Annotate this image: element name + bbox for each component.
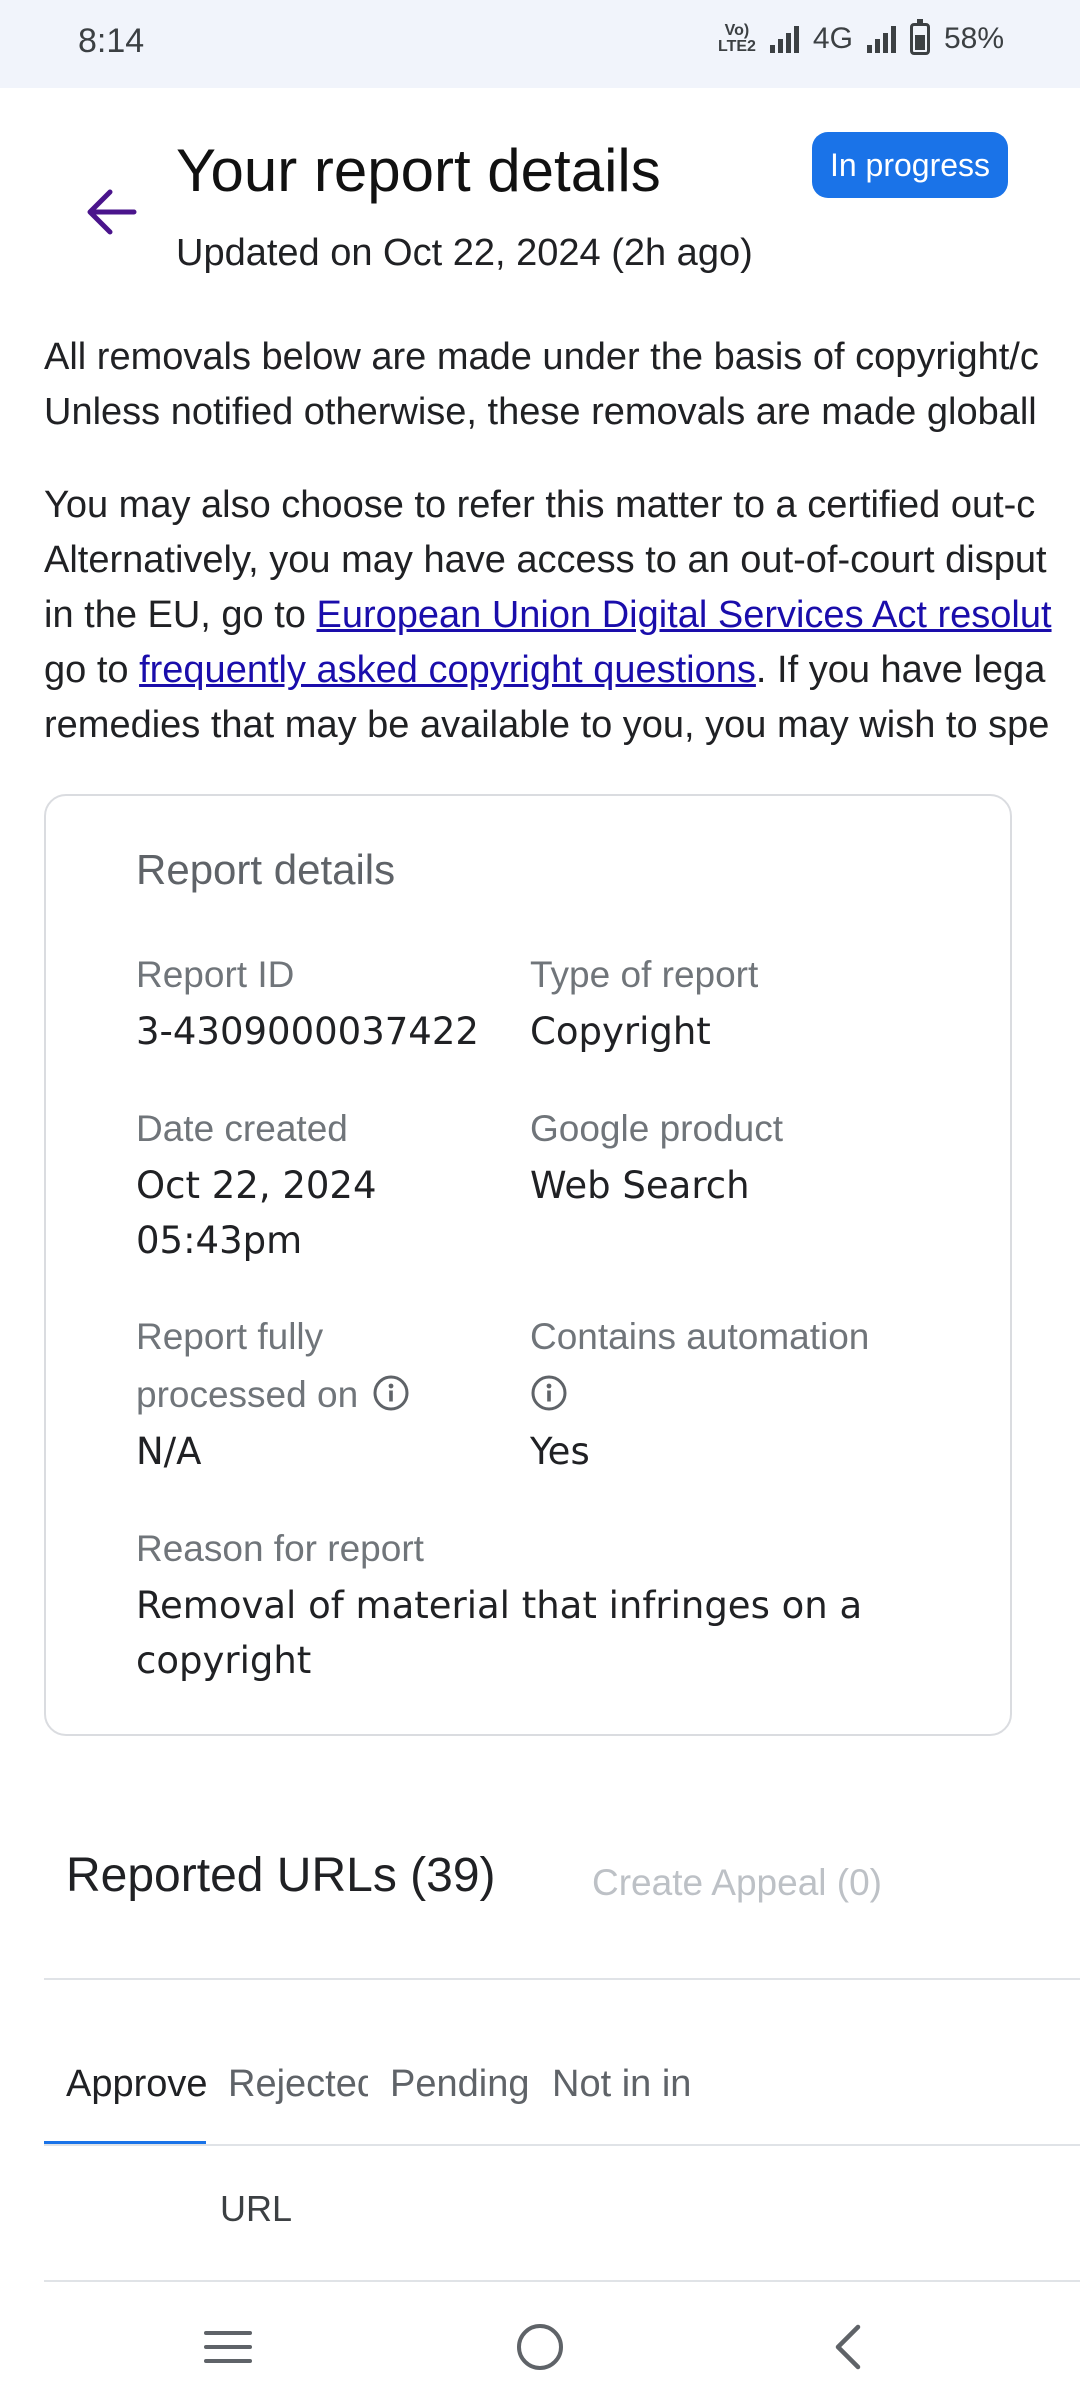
date-created-value: Oct 22, 2024 — [136, 1164, 377, 1207]
url-column-header: URL — [220, 2188, 293, 2229]
intro-text: All removals below are made under the ba… — [44, 336, 1039, 378]
reason-value-line2: copyright — [136, 1639, 312, 1682]
date-created-time: 05:43pm — [136, 1219, 303, 1262]
intro-text: go to frequently asked copyright questio… — [44, 643, 1080, 698]
tab-rejected[interactable]: Rejected — [206, 2022, 368, 2146]
date-created-label: Date created — [136, 1108, 348, 1149]
tab-approved[interactable]: Approved — [44, 2022, 206, 2146]
automation-label: Contains automation — [530, 1316, 870, 1357]
report-type-field: Type of report Copyright — [530, 946, 758, 1059]
intro-text: . If you have lega — [755, 649, 1046, 691]
reason-field: Reason for report Removal of material th… — [136, 1520, 862, 1688]
intro-text: go to — [44, 649, 140, 691]
arrow-back-icon — [87, 189, 137, 235]
google-product-value: Web Search — [530, 1164, 750, 1207]
reported-urls-title: Reported URLs (39) — [66, 1849, 496, 1902]
status-indicators: Vo) LTE2 4G 58% — [717, 19, 1004, 56]
intro-text: in the EU, go to — [44, 594, 317, 636]
intro-text: You may also choose to refer this matter… — [44, 484, 1036, 526]
report-id-value: 3-4309000037422 — [136, 1010, 479, 1053]
battery-icon — [909, 19, 930, 55]
reason-label: Reason for report — [136, 1528, 424, 1569]
status-bar: 8:14 Vo) LTE2 4G 58% — [0, 0, 1080, 88]
google-product-label: Google product — [530, 1108, 784, 1149]
home-button[interactable] — [500, 2312, 580, 2382]
system-nav-bar — [0, 2286, 1080, 2408]
tab-not-in-index[interactable]: Not in index — [530, 2022, 692, 2146]
google-product-field: Google product Web Search — [530, 1100, 783, 1213]
divider — [44, 2280, 1080, 2282]
updated-timestamp: Updated on Oct 22, 2024 (2h ago) — [176, 232, 753, 274]
automation-field: Contains automation Yes — [530, 1308, 869, 1479]
system-back-button[interactable] — [808, 2312, 888, 2382]
signal-icon-2 — [866, 25, 896, 53]
report-id-field: Report ID 3-4309000037422 — [136, 946, 479, 1059]
info-icon[interactable] — [530, 1374, 568, 1412]
info-icon[interactable] — [372, 1374, 410, 1412]
copyright-faq-link[interactable]: frequently asked copyright questions — [139, 649, 756, 691]
home-circle-icon — [517, 2324, 563, 2370]
intro-paragraph-2: You may also choose to refer this matter… — [44, 478, 1080, 753]
card-title: Report details — [136, 846, 396, 893]
processed-on-label-line2: processed on — [136, 1366, 410, 1424]
report-id-label: Report ID — [136, 954, 295, 995]
tab-pending[interactable]: Pending — [368, 2022, 530, 2146]
recents-button[interactable] — [188, 2312, 268, 2382]
report-type-label: Type of report — [530, 954, 759, 995]
intro-text: in the EU, go to European Union Digital … — [44, 588, 1080, 643]
processed-on-label-text: processed on — [136, 1374, 359, 1415]
divider — [44, 1978, 1080, 1980]
chevron-left-icon — [835, 2324, 861, 2370]
automation-value: Yes — [530, 1430, 590, 1473]
divider — [44, 2144, 1080, 2146]
signal-icon-1 — [769, 25, 799, 53]
intro-text: Alternatively, you may have access to an… — [44, 539, 1047, 581]
processed-on-label: Report fully — [136, 1316, 324, 1357]
status-badge: In progress — [812, 132, 1008, 198]
menu-icon — [204, 2331, 252, 2363]
url-status-tabs: Approved Rejected Pending Not in index — [44, 2022, 692, 2146]
volte-icon: Vo) LTE2 — [717, 22, 756, 55]
battery-percent: 58% — [943, 22, 1004, 55]
eu-dsa-link[interactable]: European Union Digital Services Act reso… — [317, 594, 1052, 636]
intro-text: remedies that may be available to you, y… — [44, 704, 1050, 746]
intro-paragraph-1: All removals below are made under the ba… — [44, 330, 1080, 440]
back-button[interactable] — [80, 180, 144, 244]
automation-info-row — [530, 1366, 869, 1424]
page-title: Your report details — [176, 137, 661, 204]
create-appeal-button[interactable]: Create Appeal (0) — [592, 1862, 882, 1904]
date-created-field: Date created Oct 22, 2024 05:43pm — [136, 1100, 377, 1268]
intro-text: Unless notified otherwise, these removal… — [44, 391, 1037, 433]
reason-value: Removal of material that infringes on a — [136, 1584, 863, 1627]
network-type: 4G — [812, 22, 853, 55]
report-type-value: Copyright — [530, 1010, 711, 1053]
processed-on-field: Report fully processed on N/A — [136, 1308, 410, 1479]
processed-on-value: N/A — [136, 1430, 202, 1473]
status-time: 8:14 — [78, 22, 145, 60]
report-details-card: Report details Report ID 3-4309000037422… — [44, 794, 1012, 1736]
